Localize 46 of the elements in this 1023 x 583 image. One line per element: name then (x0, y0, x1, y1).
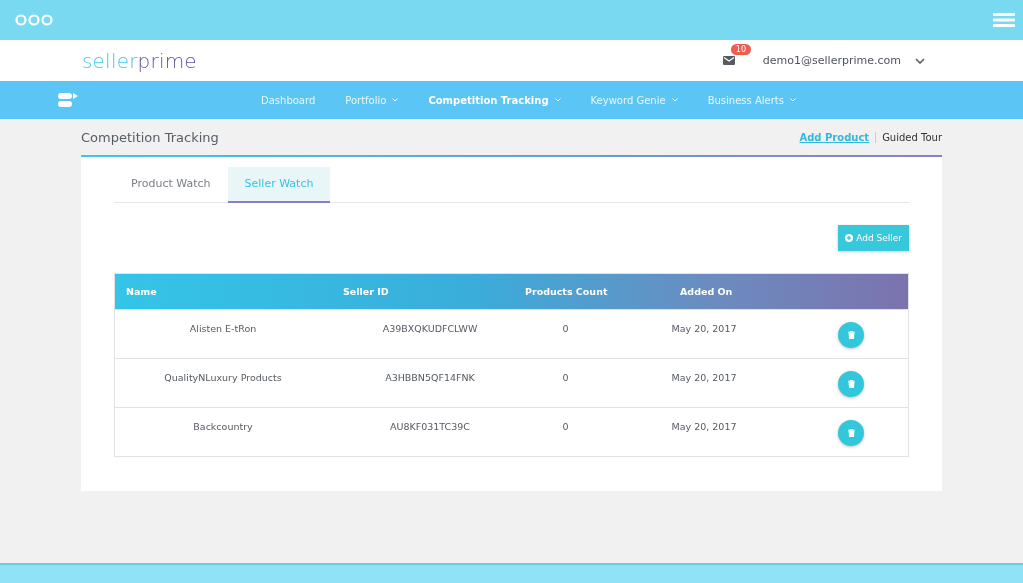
delete-button[interactable] (838, 322, 864, 348)
table-cell-text: QualityNLuxury Products (163, 371, 283, 383)
trash-icon (847, 429, 855, 437)
table-cell-text: May 20, 2017 (670, 322, 738, 334)
delete-button[interactable] (838, 420, 864, 446)
nav-item[interactable]: Dashboard (246, 94, 331, 106)
trash-icon (847, 331, 855, 339)
window-dots-icon (15, 14, 53, 26)
table-cell-text: A3HBBN5QF14FNK (384, 371, 476, 383)
table-cell-text: May 20, 2017 (670, 371, 738, 383)
logo[interactable]: sellerprime (82, 48, 197, 73)
user-email[interactable]: demo1@sellerprime.com (762, 54, 901, 67)
table-cell-text: 0 (561, 420, 570, 432)
column-header: Name (125, 286, 158, 297)
column-header: Added On (680, 286, 733, 297)
table-cell-text: 0 (561, 371, 570, 383)
mail-icon[interactable] (722, 56, 735, 65)
brand-icon[interactable] (58, 93, 78, 107)
column-header: Products Count (525, 286, 609, 297)
nav-item[interactable]: Portfolio (330, 94, 414, 106)
menu-icon[interactable] (993, 13, 1015, 27)
caret-icon (554, 98, 561, 102)
header-link[interactable]: Guided Tour (882, 131, 942, 143)
table-cell-text: 0 (561, 322, 570, 334)
nav-item[interactable]: Keyword Genie (575, 94, 693, 106)
page-title: Competition Tracking (81, 129, 219, 145)
nav-item[interactable]: Business Alerts (692, 94, 811, 106)
header-link[interactable]: Add Product (799, 131, 870, 143)
caret-icon (671, 98, 678, 102)
notification-badge: 10 (730, 44, 752, 55)
table-cell-text: May 20, 2017 (670, 420, 738, 432)
caret-icon (392, 98, 399, 102)
nav-item[interactable]: Competition Tracking (413, 94, 576, 106)
trash-icon (847, 380, 855, 388)
plus-circle-icon (845, 234, 854, 242)
table-cell-text: Alisten E-tRon (188, 322, 258, 334)
column-header: Seller ID (343, 286, 390, 297)
table-cell-text: A39BXQKUDFCLWW (381, 322, 479, 334)
caret-icon (789, 98, 796, 102)
delete-button[interactable] (838, 371, 864, 397)
tab[interactable]: Seller Watch (227, 167, 331, 203)
tab[interactable]: Product Watch (114, 167, 228, 203)
chevron-down-icon[interactable] (915, 57, 925, 64)
table-cell-text: Backcountry (192, 420, 254, 432)
table-cell-text: AU8KF031TC39C (389, 420, 471, 432)
add-seller-button[interactable]: Add Seller (838, 225, 909, 251)
